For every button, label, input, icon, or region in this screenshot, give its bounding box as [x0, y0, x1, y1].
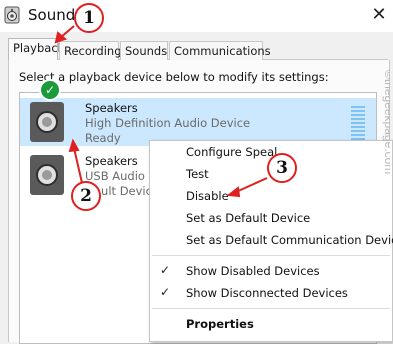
device-name: Speakers [85, 101, 138, 115]
title-bar: Sound ✕ [0, 0, 393, 32]
menu-item-properties[interactable]: Properties [186, 317, 254, 331]
speaker-icon [30, 155, 64, 195]
checkmark-icon: ✓ [160, 285, 171, 299]
window-title: Sound [28, 6, 76, 24]
speaker-app-icon [4, 6, 20, 24]
callout-1: 1 [74, 3, 104, 33]
menu-item-set-default-communication-device[interactable]: Set as Default Communication Device [186, 233, 393, 247]
tab-communications[interactable]: Communications [169, 41, 271, 60]
device-description: High Definition Audio Device [85, 116, 251, 130]
menu-item-test[interactable]: Test [186, 167, 209, 181]
green-check-icon: ✓ [39, 79, 61, 101]
device-description: USB Audio D [85, 169, 158, 183]
device-status: Ready [85, 131, 121, 145]
checkmark-icon: ✓ [160, 263, 171, 277]
speaker-icon [30, 102, 64, 142]
watermark-text: ©thegeekpage.com [382, 70, 390, 174]
tab-playback[interactable]: Playback [8, 38, 64, 60]
callout-2: 2 [71, 181, 101, 211]
menu-item-set-default-device[interactable]: Set as Default Device [186, 211, 310, 225]
menu-item-disable[interactable]: Disable [186, 189, 229, 203]
instruction-text: Select a playback device below to modify… [19, 70, 329, 84]
volume-level-meter [351, 106, 365, 144]
watermark: ©thegeekpage.com [382, 70, 390, 174]
tab-recording[interactable]: Recording [59, 41, 122, 60]
callout-3: 3 [267, 153, 297, 183]
menu-item-configure-speakers[interactable]: Configure Speal [186, 145, 277, 159]
menu-separator [152, 308, 390, 309]
close-button[interactable]: ✕ [366, 1, 392, 29]
menu-item-show-disabled-devices[interactable]: Show Disabled Devices [186, 264, 320, 278]
device-name: Speakers [85, 154, 138, 168]
tab-sounds[interactable]: Sounds [120, 41, 168, 60]
menu-item-show-disconnected-devices[interactable]: Show Disconnected Devices [186, 286, 348, 300]
device-row-speakers-hd[interactable]: Speakers High Definition Audio Device Re… [20, 98, 376, 146]
menu-separator [152, 255, 390, 256]
